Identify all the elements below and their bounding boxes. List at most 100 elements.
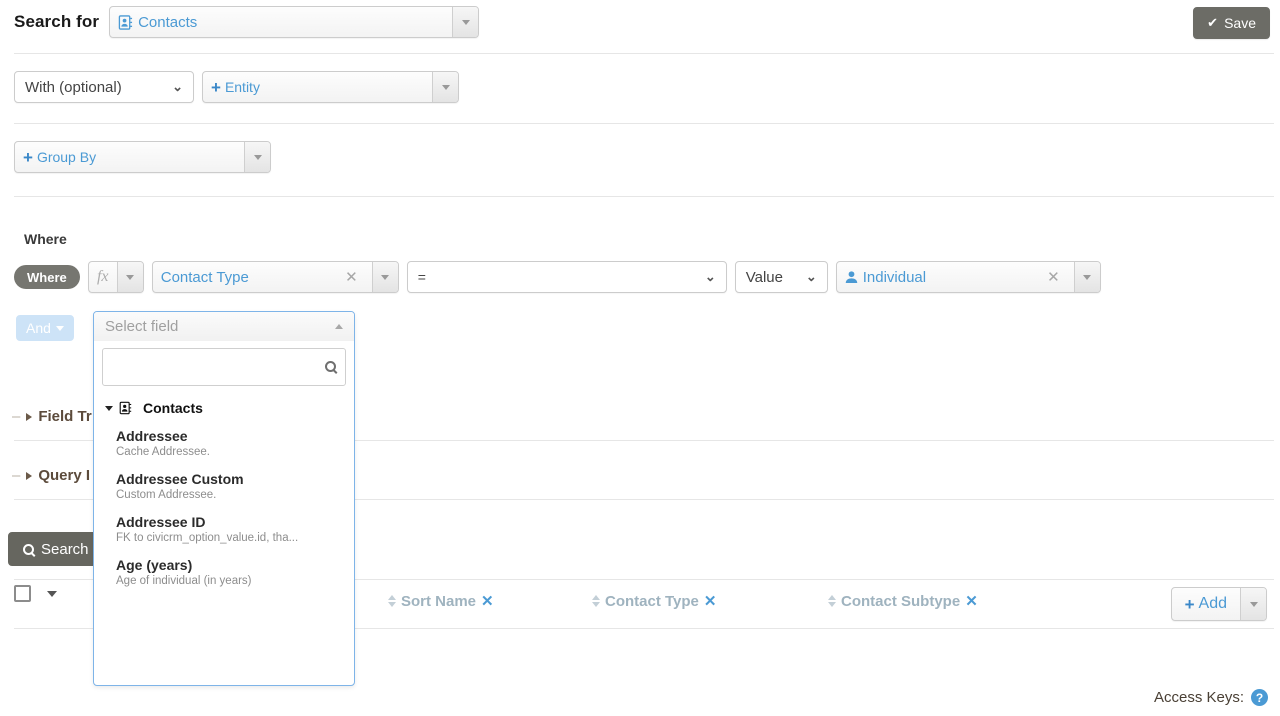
search-entity-select[interactable]: Contacts xyxy=(109,6,479,38)
x-clear-icon[interactable]: ✕ xyxy=(1037,270,1066,285)
search-builder-page: Search for Contacts xyxy=(0,0,1280,716)
field-option-description: Cache Addressee. xyxy=(116,446,343,458)
sort-arrows-icon[interactable] xyxy=(388,595,396,607)
field-search-input[interactable] xyxy=(102,348,346,386)
where-clause-badge: Where xyxy=(14,265,80,289)
chevron-down-icon: ⌄ xyxy=(705,269,716,285)
chevron-right-icon xyxy=(26,472,32,480)
select-all-dropdown-icon[interactable] xyxy=(47,591,57,597)
add-entity-dropdown-arrow[interactable] xyxy=(432,72,458,102)
where-value-type-select[interactable]: Value ⌄ xyxy=(735,261,828,293)
sort-arrows-icon[interactable] xyxy=(828,595,836,607)
chevron-down-icon xyxy=(1250,602,1258,607)
column-header-label: Sort Name xyxy=(401,593,476,610)
plus-icon: + xyxy=(1185,596,1195,613)
x-remove-icon[interactable]: ✕ xyxy=(965,592,978,610)
sort-arrows-icon[interactable] xyxy=(592,595,600,607)
where-value-select[interactable]: Individual ✕ xyxy=(836,261,1101,293)
field-group-contacts[interactable]: Contacts xyxy=(94,388,354,422)
field-option-title: Addressee ID xyxy=(116,514,343,530)
section-query-info[interactable]: – Query I xyxy=(12,467,90,484)
and-button-label: And xyxy=(26,320,51,336)
group-by-row: + Group By xyxy=(14,141,271,173)
section-query-info-label: Query I xyxy=(38,467,90,484)
magnifier-icon xyxy=(325,359,336,375)
where-field-value: Contact Type xyxy=(161,269,249,286)
field-option-addressee[interactable]: Addressee Cache Addressee. xyxy=(94,422,354,465)
field-select-header-label: Select field xyxy=(105,318,178,335)
join-row: With (optional) ⌄ + Entity xyxy=(14,71,459,103)
field-option-age-years[interactable]: Age (years) Age of individual (in years) xyxy=(94,551,354,594)
check-icon: ✔ xyxy=(1207,15,1218,31)
where-section-title: Where xyxy=(24,231,67,247)
where-field-select[interactable]: Contact Type ✕ xyxy=(152,261,399,293)
join-type-select[interactable]: With (optional) ⌄ xyxy=(14,71,194,103)
add-group-by-button[interactable]: + Group By xyxy=(14,141,271,173)
add-and-condition-button[interactable]: And xyxy=(16,315,74,341)
field-option-description: Custom Addressee. xyxy=(116,489,343,501)
search-submit-button[interactable]: Search xyxy=(8,532,104,566)
fx-toggle[interactable]: fx xyxy=(88,261,144,293)
divider-1 xyxy=(14,53,1274,54)
x-clear-icon[interactable]: ✕ xyxy=(335,270,364,285)
search-entity-label: Contacts xyxy=(138,14,197,31)
chevron-down-icon: ⌄ xyxy=(806,269,817,285)
search-for-row: Search for Contacts xyxy=(14,6,479,38)
plus-icon: + xyxy=(23,149,33,166)
where-value-label: Individual xyxy=(863,269,926,286)
add-entity-label: Entity xyxy=(225,79,260,95)
save-button-label: Save xyxy=(1224,15,1256,31)
question-mark-icon[interactable]: ? xyxy=(1251,689,1268,706)
add-group-by-label: Group By xyxy=(37,149,96,165)
column-header-contact-type[interactable]: Contact Type ✕ xyxy=(592,592,716,610)
x-remove-icon[interactable]: ✕ xyxy=(704,592,717,610)
field-option-description: FK to civicrm_option_value.id, tha... xyxy=(116,532,343,544)
chevron-down-icon xyxy=(442,85,450,90)
add-column-button[interactable]: + Add xyxy=(1171,587,1267,621)
select-all-checkbox[interactable] xyxy=(14,585,31,602)
address-book-icon xyxy=(118,15,133,30)
where-operator-select[interactable]: = ⌄ xyxy=(407,261,727,293)
chevron-right-icon xyxy=(26,413,32,421)
divider-2 xyxy=(14,123,1274,124)
field-option-title: Addressee Custom xyxy=(116,471,343,487)
add-entity-button[interactable]: + Entity xyxy=(202,71,459,103)
add-column-label: Add xyxy=(1199,595,1227,613)
x-remove-icon[interactable]: ✕ xyxy=(481,592,494,610)
access-keys-label: Access Keys: xyxy=(1154,689,1244,706)
add-column-dropdown-arrow[interactable] xyxy=(1240,588,1266,620)
field-group-label: Contacts xyxy=(143,400,203,416)
column-header-sort-name[interactable]: Sort Name ✕ xyxy=(388,592,494,610)
field-search-wrap xyxy=(94,342,354,388)
column-header-label: Contact Subtype xyxy=(841,593,960,610)
field-option-addressee-custom[interactable]: Addressee Custom Custom Addressee. xyxy=(94,465,354,508)
fx-dropdown-arrow[interactable] xyxy=(117,262,143,292)
field-option-description: Age of individual (in years) xyxy=(116,575,343,587)
add-entity-body: + Entity xyxy=(203,72,432,102)
field-option-addressee-id[interactable]: Addressee ID FK to civicrm_option_value.… xyxy=(94,508,354,551)
field-option-title: Addressee xyxy=(116,428,343,444)
save-button[interactable]: ✔ Save xyxy=(1193,7,1270,39)
section-field-transformations[interactable]: – Field Tr xyxy=(12,408,92,425)
page-title: Search for xyxy=(14,12,99,32)
caret-down-icon xyxy=(105,406,113,411)
chevron-down-icon xyxy=(381,275,389,280)
caret-up-icon xyxy=(335,324,343,329)
column-header-label: Contact Type xyxy=(605,593,699,610)
field-option-title: Age (years) xyxy=(116,557,343,573)
where-value-dropdown-arrow[interactable] xyxy=(1074,262,1100,292)
search-entity-value-wrap: Contacts xyxy=(110,7,452,37)
chevron-down-icon xyxy=(56,326,64,331)
section-dash: – xyxy=(12,408,20,425)
where-value-body: Individual ✕ xyxy=(837,262,1074,292)
field-select-dropdown-header[interactable]: Select field xyxy=(94,312,354,342)
chevron-down-icon xyxy=(254,155,262,160)
where-value-type-value: Value xyxy=(746,269,783,286)
divider-3 xyxy=(14,196,1274,197)
where-field-dropdown-arrow[interactable] xyxy=(372,262,398,292)
add-group-by-dropdown-arrow[interactable] xyxy=(244,142,270,172)
search-entity-dropdown-arrow[interactable] xyxy=(452,7,478,37)
plus-icon: + xyxy=(211,79,221,96)
address-book-icon xyxy=(119,401,132,415)
column-header-contact-subtype[interactable]: Contact Subtype ✕ xyxy=(828,592,978,610)
